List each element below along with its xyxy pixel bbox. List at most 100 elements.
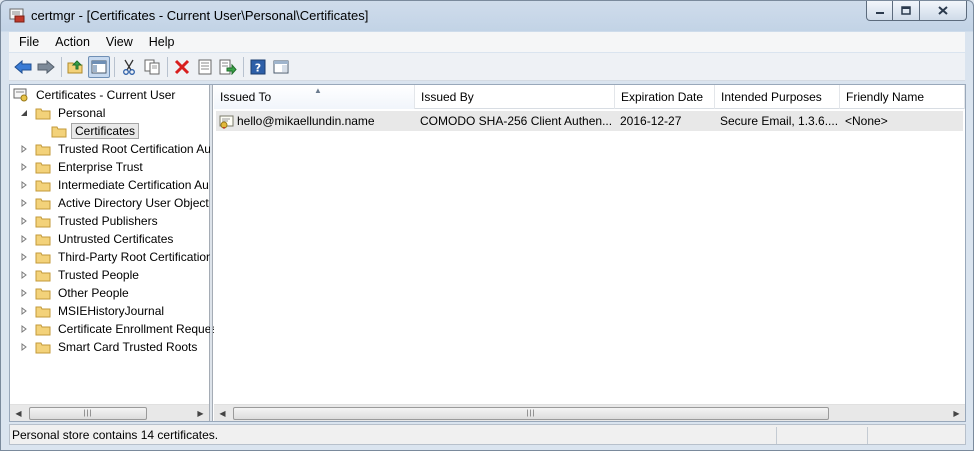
folder-icon — [35, 216, 51, 227]
folder-icon — [35, 306, 51, 317]
list-horizontal-scrollbar[interactable]: ◀ ||| ▶ — [214, 404, 965, 421]
expand-arrow-icon[interactable] — [19, 342, 29, 352]
cut-icon — [123, 59, 135, 75]
forward-button[interactable] — [35, 56, 57, 78]
tree-item[interactable]: Enterprise Trust — [19, 158, 146, 176]
column-label: Intended Purposes — [721, 90, 822, 104]
tree-item-label: Smart Card Trusted Roots — [58, 340, 198, 354]
close-icon — [938, 6, 948, 15]
copy-icon — [144, 59, 160, 74]
menu-action[interactable]: Action — [47, 32, 98, 52]
scroll-right-arrow-icon[interactable]: ▶ — [192, 405, 209, 422]
scrollbar-track[interactable]: ||| — [231, 406, 948, 421]
minimize-button[interactable] — [866, 1, 893, 21]
column-label: Issued To — [220, 90, 272, 104]
show-hide-tree-icon — [91, 60, 107, 73]
tree-item[interactable]: Active Directory User Object — [19, 194, 212, 212]
delete-button[interactable] — [171, 56, 193, 78]
status-text: Personal store contains 14 certificates. — [12, 427, 219, 442]
tree-item-label: Active Directory User Object — [58, 196, 209, 210]
action-pane-button[interactable] — [270, 56, 292, 78]
tree-item-certificates-selected[interactable]: Certificates — [51, 122, 140, 140]
expand-arrow-icon[interactable] — [19, 234, 29, 244]
cell-issued-by: COMODO SHA-256 Client Authen... — [420, 114, 613, 128]
tree-root-label: Certificates - Current User — [36, 88, 176, 102]
expand-arrow-icon[interactable] — [19, 306, 29, 316]
tree-item[interactable]: Trusted People — [19, 266, 142, 284]
tree-item[interactable]: Third-Party Root Certification — [19, 248, 216, 266]
folder-icon — [35, 252, 51, 263]
column-issued-by[interactable]: Issued By — [415, 85, 615, 109]
expand-arrow-icon[interactable] — [19, 252, 29, 262]
back-button[interactable] — [12, 56, 34, 78]
up-folder-icon — [67, 59, 83, 73]
pane-splitter[interactable] — [210, 85, 213, 421]
scroll-right-arrow-icon[interactable]: ▶ — [948, 405, 965, 422]
console-tree[interactable]: Certificates - Current User Personal Cer… — [10, 85, 217, 421]
properties-icon — [198, 59, 212, 74]
cell-issued-to: hello@mikaellundin.name — [216, 111, 415, 131]
cell-expiration-date: 2016-12-27 — [620, 114, 682, 128]
column-issued-to[interactable]: ▲ Issued To — [214, 85, 415, 109]
certmgr-window: certmgr - [Certificates - Current User\P… — [0, 0, 974, 451]
menu-help[interactable]: Help — [141, 32, 183, 52]
title-bar[interactable]: certmgr - [Certificates - Current User\P… — [1, 1, 973, 31]
copy-button[interactable] — [141, 56, 163, 78]
column-friendly-name[interactable]: Friendly Name — [840, 85, 965, 109]
tree-item[interactable]: MSIEHistoryJournal — [19, 302, 167, 320]
menu-view[interactable]: View — [98, 32, 141, 52]
status-divider — [867, 427, 868, 444]
certificates-snapin-icon — [13, 88, 28, 102]
help-button[interactable]: ? — [247, 56, 269, 78]
sort-ascending-icon: ▲ — [314, 86, 322, 95]
scrollbar-thumb[interactable]: ||| — [29, 406, 147, 420]
tree-horizontal-scrollbar[interactable]: ◀ ||| ▶ — [10, 404, 209, 421]
tree-item-root[interactable]: Certificates - Current User — [13, 86, 178, 104]
column-intended-purposes[interactable]: Intended Purposes — [715, 85, 840, 109]
column-expiration-date[interactable]: Expiration Date — [615, 85, 715, 109]
properties-button[interactable] — [194, 56, 216, 78]
up-one-level-button[interactable] — [65, 56, 87, 78]
export-list-icon — [219, 59, 237, 75]
delete-icon — [174, 59, 190, 74]
tree-item[interactable]: Trusted Root Certification Au — [19, 140, 214, 158]
tree-item[interactable]: Certificate Enrollment Reques — [19, 320, 220, 338]
toolbar: ? — [9, 53, 965, 81]
column-label: Friendly Name — [846, 90, 925, 104]
scroll-left-arrow-icon[interactable]: ◀ — [10, 405, 27, 422]
expand-arrow-icon[interactable] — [19, 288, 29, 298]
scrollbar-thumb[interactable]: ||| — [233, 406, 829, 420]
certificate-icon — [219, 115, 234, 129]
tree-item-label: Trusted People — [58, 268, 139, 282]
scrollbar-track[interactable]: ||| — [27, 406, 192, 421]
menu-file[interactable]: File — [11, 32, 47, 52]
close-button[interactable] — [920, 1, 967, 21]
tree-item[interactable]: Intermediate Certification Au — [19, 176, 212, 194]
table-row[interactable]: hello@mikaellundin.name COMODO SHA-256 C… — [216, 111, 963, 131]
tree-item-label: MSIEHistoryJournal — [58, 304, 165, 318]
expand-arrow-icon[interactable] — [19, 162, 29, 172]
tree-item-label: Other People — [58, 286, 129, 300]
cut-button[interactable] — [118, 56, 140, 78]
expand-arrow-icon[interactable] — [19, 180, 29, 190]
scroll-left-arrow-icon[interactable]: ◀ — [214, 405, 231, 422]
export-list-button[interactable] — [217, 56, 239, 78]
tree-item[interactable]: Trusted Publishers — [19, 212, 161, 230]
expand-arrow-icon[interactable] — [19, 216, 29, 226]
expand-arrow-icon[interactable] — [19, 324, 29, 334]
certificate-list[interactable]: ▲ Issued To Issued By Expiration Date In… — [214, 85, 965, 421]
tree-item[interactable]: Smart Card Trusted Roots — [19, 338, 200, 356]
status-divider — [776, 427, 777, 444]
folder-icon — [35, 288, 51, 299]
expand-arrow-icon[interactable] — [19, 270, 29, 280]
tree-item[interactable]: Other People — [19, 284, 132, 302]
folder-icon — [35, 162, 51, 173]
expand-arrow-icon[interactable] — [19, 144, 29, 154]
expand-arrow-icon[interactable] — [19, 198, 29, 208]
collapse-arrow-icon[interactable] — [19, 108, 29, 118]
maximize-button[interactable] — [893, 1, 920, 21]
tree-item-personal[interactable]: Personal — [19, 104, 108, 122]
tree-item-label: Trusted Publishers — [58, 214, 158, 228]
tree-item[interactable]: Untrusted Certificates — [19, 230, 176, 248]
show-hide-console-tree-button[interactable] — [88, 55, 110, 78]
